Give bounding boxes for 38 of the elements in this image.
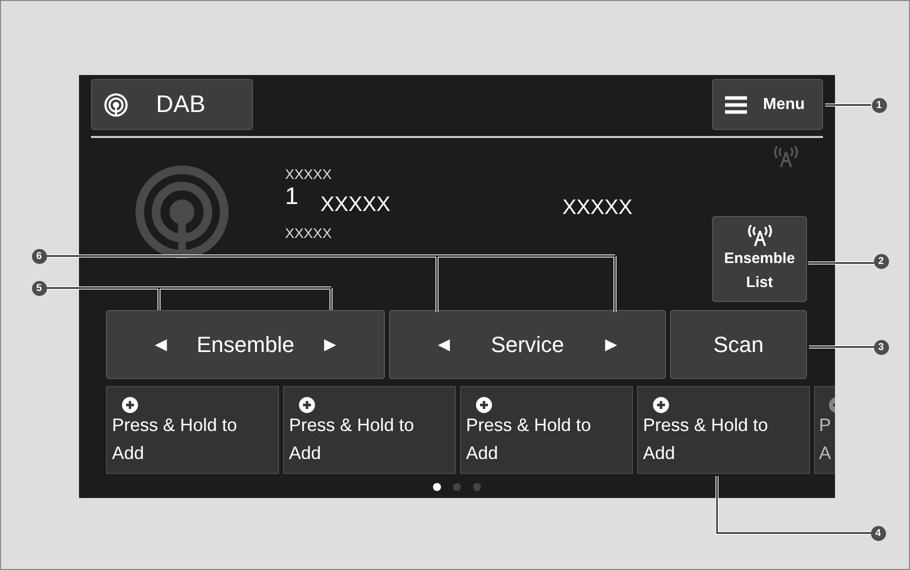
- preset-button[interactable]: Press & Hold to Add: [283, 386, 456, 474]
- callout-number: 4: [870, 526, 886, 540]
- preset-button[interactable]: Press & Hold to Add: [106, 386, 279, 474]
- leader-line: [825, 104, 871, 106]
- previous-button[interactable]: ◄: [151, 330, 171, 360]
- plus-circle-icon: [653, 397, 669, 413]
- previous-button[interactable]: ◄: [434, 330, 454, 360]
- stepper-label: Service: [490, 331, 564, 359]
- plus-circle-icon: [122, 397, 138, 413]
- station-text: XXXXX: [562, 195, 632, 221]
- next-button[interactable]: ►: [601, 330, 621, 360]
- callout-number: 3: [874, 340, 888, 354]
- ensemble-list-button[interactable]: Ensemble List: [712, 216, 807, 302]
- station-name: XXXXX: [320, 193, 390, 217]
- dab-source-button[interactable]: DAB: [91, 79, 253, 130]
- preset-button[interactable]: Press & Hold to Add: [460, 386, 633, 474]
- station-info-text: XXXXX: [285, 165, 333, 184]
- station-info-text: XXXXX: [285, 224, 333, 243]
- preset-button[interactable]: Press & Hold to Add: [637, 386, 810, 474]
- menu-icon: [725, 96, 747, 114]
- preset-button[interactable]: P A: [814, 386, 835, 474]
- radio-signal-icon: [104, 92, 128, 116]
- callout-number: 6: [32, 248, 46, 264]
- scan-button[interactable]: Scan: [670, 310, 807, 379]
- callout-number: 2: [874, 254, 888, 268]
- signal-strength-icon: [773, 146, 799, 168]
- callout-number: 5: [32, 280, 46, 296]
- radio-signal-icon: [134, 164, 230, 260]
- stepper-label: Ensemble: [196, 331, 294, 359]
- leader-line: [809, 346, 874, 348]
- plus-circle-icon: [299, 397, 315, 413]
- next-button[interactable]: ►: [320, 330, 340, 360]
- station-number: 1: [285, 185, 298, 209]
- leader-line: [808, 262, 874, 264]
- plus-circle-icon: [476, 397, 492, 413]
- antenna-icon: [746, 225, 772, 247]
- callout-number: 1: [872, 98, 886, 112]
- menu-button[interactable]: Menu: [712, 79, 823, 130]
